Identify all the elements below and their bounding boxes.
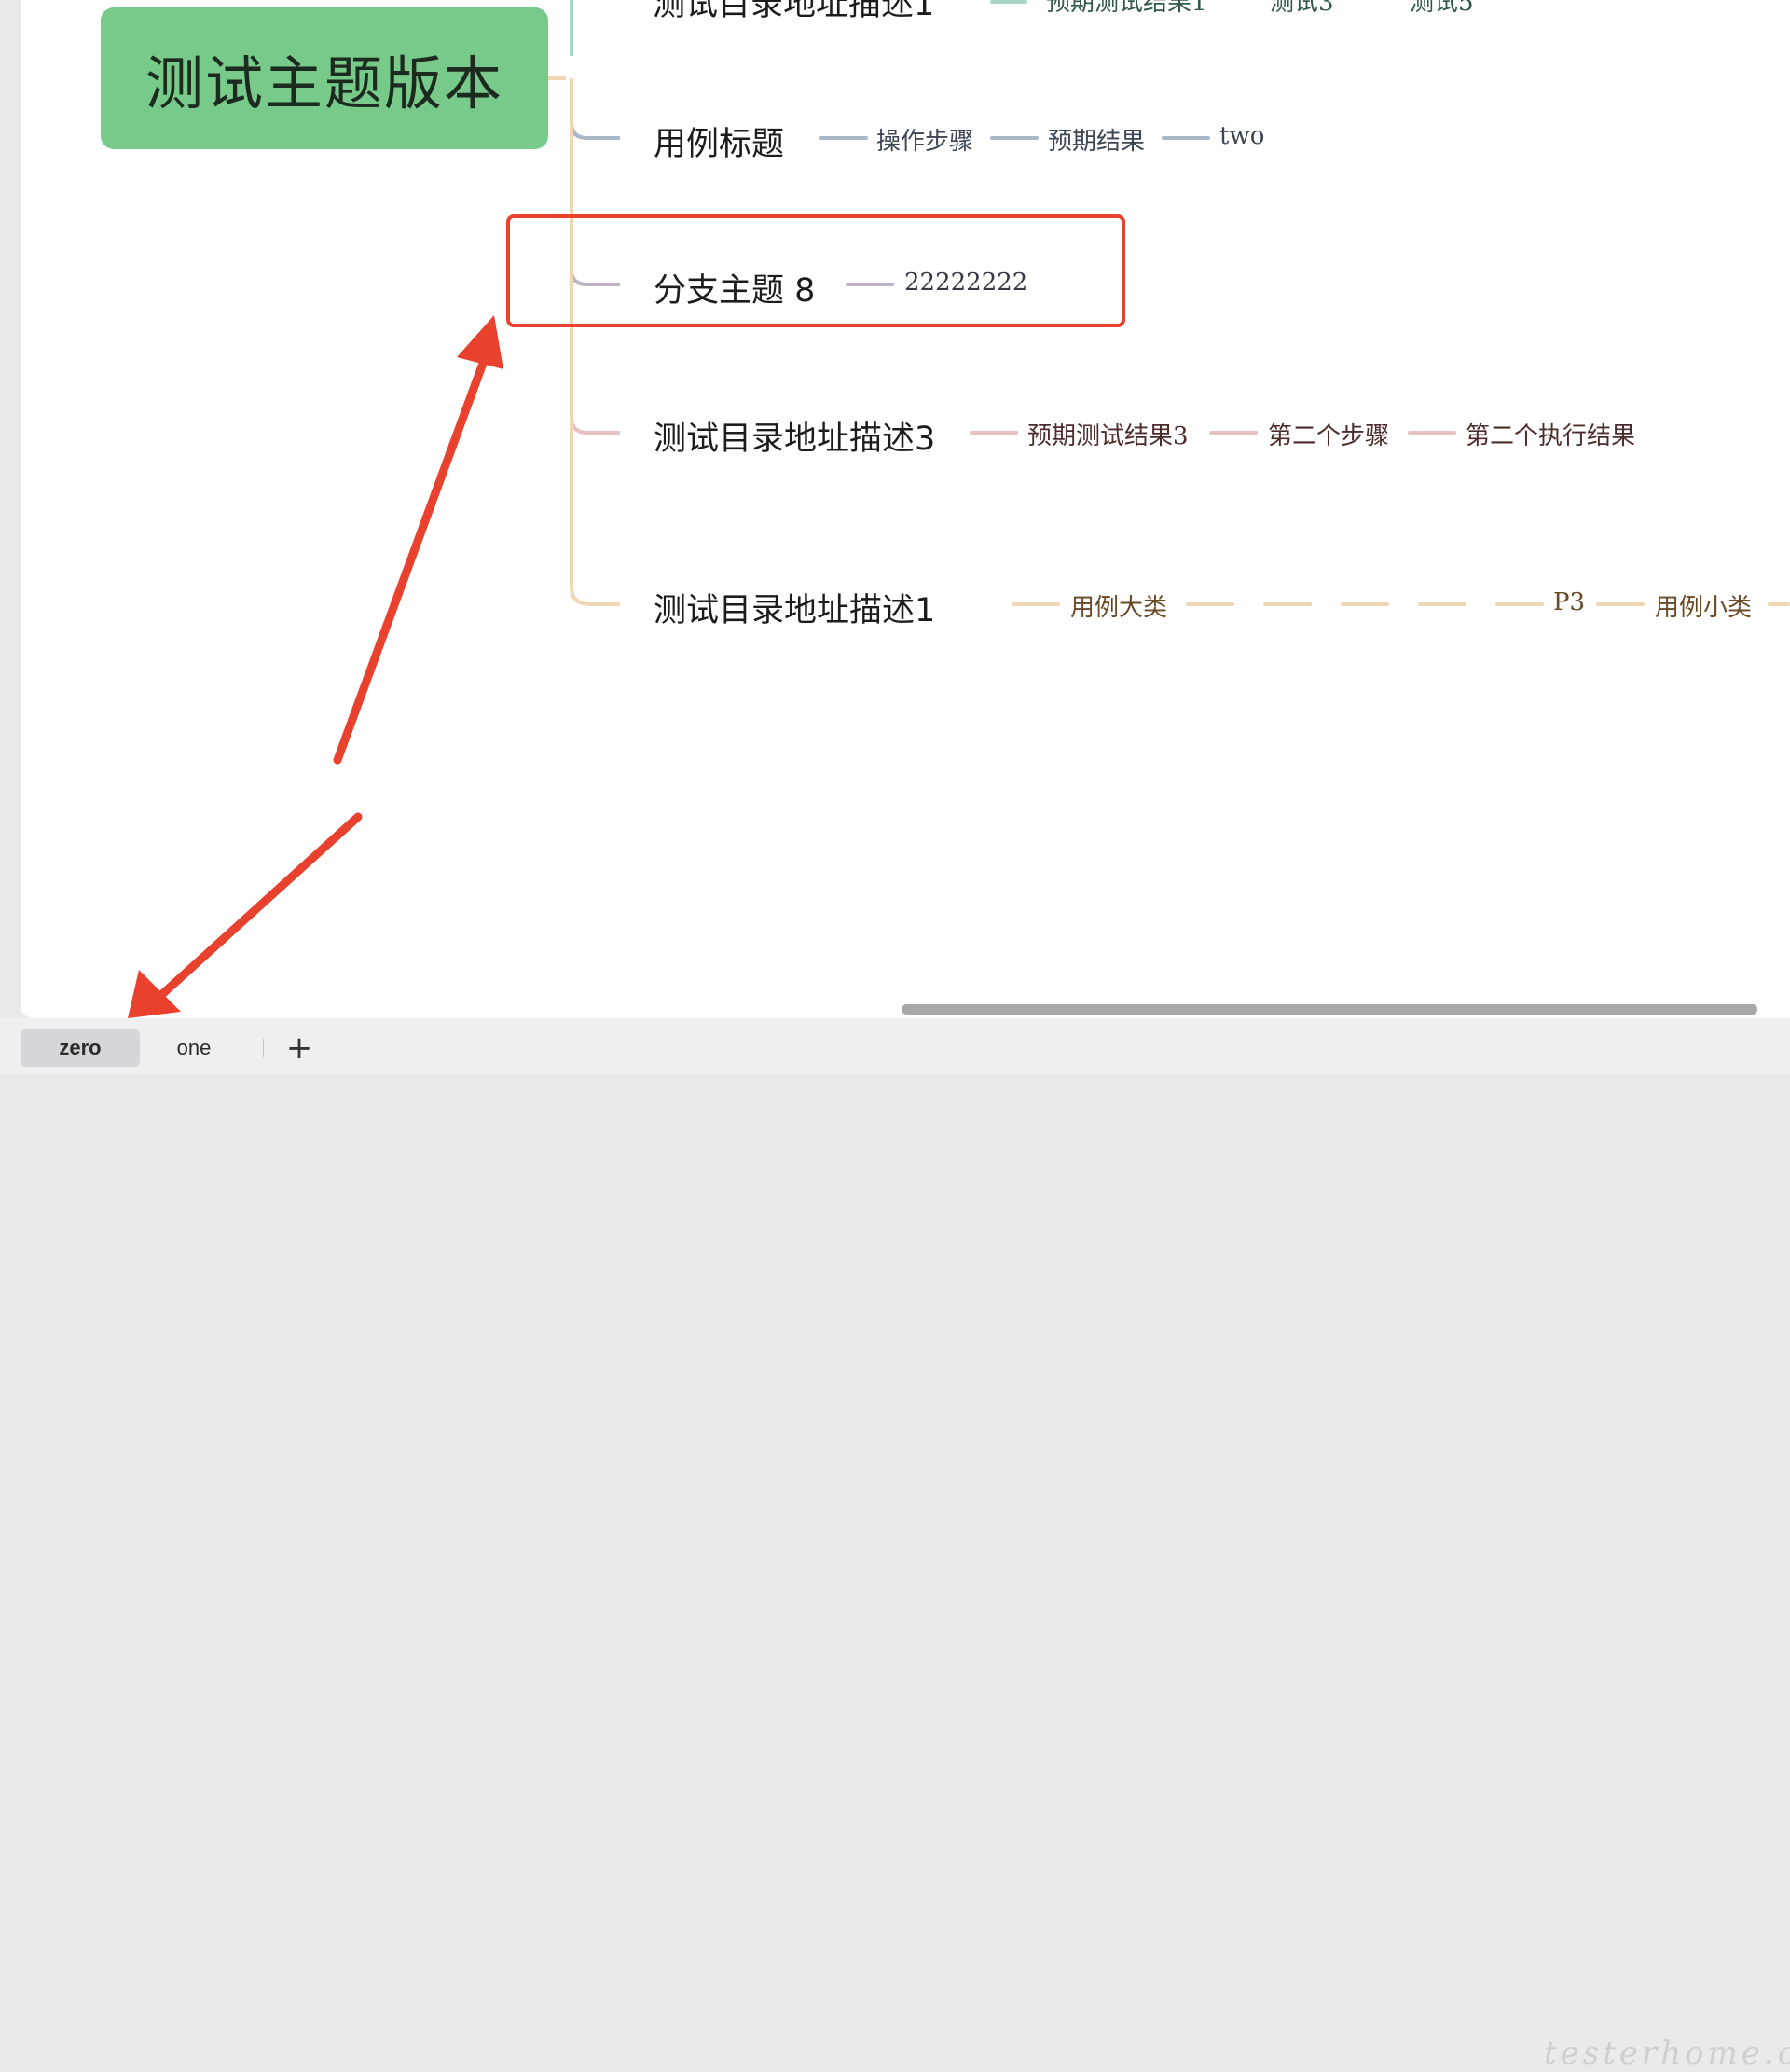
branch-5-child-1[interactable]: 用例大类 [1070,588,1167,623]
branch-2-link-3 [1162,136,1210,140]
annotation-arrow-down-head [128,970,181,1018]
add-sheet-button[interactable]: + [283,1029,315,1067]
branch-1-child-3[interactable]: 测试5 [1410,0,1474,18]
branch-topic-1[interactable]: 测试目录地址描述1 [653,0,934,25]
annotation-arrow-up-head [457,315,503,369]
sheet-tab-bar: zero one + testerhome.com [0,1018,1790,2072]
spine-branch-2 [570,78,620,140]
root-topic[interactable]: 测试主题版本 [101,7,548,149]
watermark: testerhome.com [1544,2035,1790,2072]
branch-5-link-1 [1012,602,1060,606]
branch-2-child-3[interactable]: two [1219,122,1264,150]
branch-2-link-1 [819,136,868,140]
branch-5-link-3 [1263,602,1312,606]
branch-5-link-8 [1768,602,1790,606]
branch-topic-5[interactable]: 测试目录地址描述1 [654,584,935,631]
tab-divider [263,1039,264,1057]
branch-5-child-5[interactable]: P3 [1553,588,1585,616]
branch-1-child-2[interactable]: 测试3 [1270,0,1334,18]
branch-4-link-1 [970,431,1018,435]
branch-2-child-2[interactable]: 预期结果 [1048,122,1145,157]
branch-2-child-1[interactable]: 操作步骤 [876,122,973,157]
annotation-highlight-box [506,214,1125,327]
branch-2-link-2 [990,136,1039,140]
branch-4-child-2[interactable]: 第二个步骤 [1268,417,1389,451]
horizontal-scrollbar[interactable] [902,1004,1757,1015]
branch-4-link-2 [1209,431,1258,435]
sheet-tab-zero[interactable]: zero [21,1029,140,1067]
branch-5-link-4 [1341,602,1389,606]
branch-5-child-6[interactable]: 用例小类 [1655,588,1752,623]
mindmap-canvas[interactable]: 测试主题版本 测试目录地址描述1 预期测试结果1 测试3 测试5 用例标题 操作… [21,0,1790,1018]
branch-5-link-6 [1495,602,1544,606]
branch-1-child-1[interactable]: 预期测试结果1 [1046,0,1207,18]
spine-branch-5 [570,78,620,606]
branch-topic-4[interactable]: 测试目录地址描述3 [654,412,935,460]
branch-topic-2[interactable]: 用例标题 [654,117,784,165]
annotation-arrow-up-line [333,336,496,765]
branch-4-child-1[interactable]: 预期测试结果3 [1027,417,1189,451]
branch-5-link-2 [1186,602,1234,606]
branch-4-link-3 [1408,431,1456,435]
branch-1-link [990,0,1027,4]
annotation-arrow-down-line [156,812,363,1001]
branch-5-link-5 [1418,602,1466,606]
branch-4-child-3[interactable]: 第二个执行结果 [1466,417,1635,451]
branch-5-link-7 [1596,602,1645,606]
window-left-edge [0,0,21,1018]
sheet-tab-one[interactable]: one [140,1029,248,1067]
